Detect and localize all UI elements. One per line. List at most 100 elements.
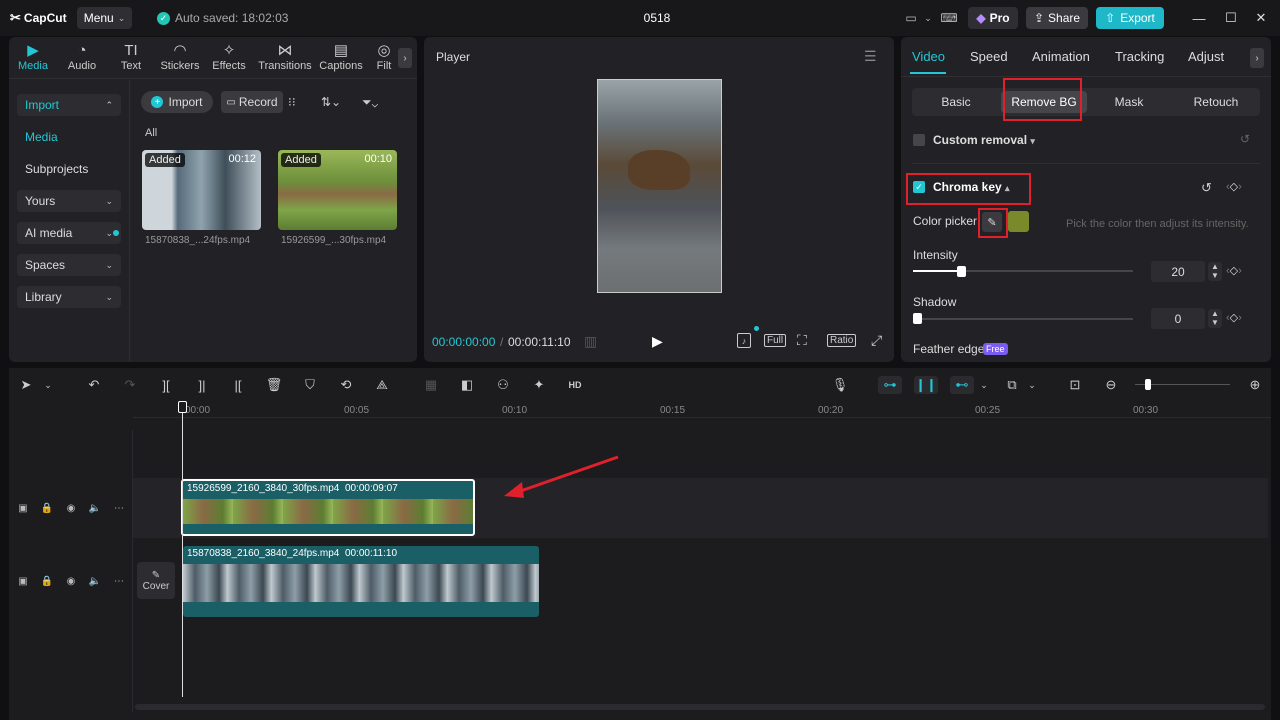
select-cursor-icon[interactable]: ➤: [16, 376, 36, 394]
tab-filters[interactable]: ◎ Filt: [373, 42, 395, 76]
waveform-icon[interactable]: ▥: [584, 333, 597, 350]
grid-view-icon[interactable]: ⁝⁝: [288, 95, 296, 109]
split-icon[interactable]: ][: [156, 376, 176, 394]
keyframe-nav[interactable]: ‹◇›: [1226, 180, 1242, 193]
microphone-icon[interactable]: 🎙: [830, 376, 850, 394]
menu-button[interactable]: Menu ⌄: [77, 7, 132, 29]
timeline-ruler[interactable]: [133, 398, 1271, 418]
zoom-in-icon[interactable]: ⊕: [1245, 376, 1265, 394]
hamburger-icon[interactable]: ☰: [864, 48, 877, 65]
sidebar-item-media[interactable]: Media: [25, 130, 58, 144]
delete-icon[interactable]: 🗑: [264, 376, 284, 394]
chevron-right-icon[interactable]: ›: [1250, 48, 1264, 68]
record-button[interactable]: ▭ Record: [221, 91, 283, 113]
custom-removal-label[interactable]: Custom removal ▾: [933, 133, 1035, 147]
hd-icon[interactable]: HD: [565, 376, 585, 394]
crop-icon[interactable]: ⟲: [336, 376, 356, 394]
redo-icon[interactable]: ↷: [120, 376, 140, 394]
ratio-button[interactable]: Ratio: [827, 334, 857, 347]
reset-icon[interactable]: ↺: [1240, 132, 1250, 146]
keyboard-icon[interactable]: ⌨: [938, 9, 960, 27]
sidebar-item-spaces[interactable]: Spaces ⌄: [17, 254, 121, 276]
tab-stickers[interactable]: ◠ Stickers: [155, 42, 205, 76]
lock-icon[interactable]: 🔒: [40, 575, 54, 587]
picked-color-swatch[interactable]: [1008, 211, 1029, 232]
sidebar-item-subprojects[interactable]: Subprojects: [25, 162, 88, 176]
marker-icon[interactable]: ⛉: [300, 376, 320, 394]
tab-speed[interactable]: Speed: [970, 49, 1008, 64]
tiktok-icon[interactable]: ♪: [737, 333, 751, 348]
split-left-icon[interactable]: ]|: [192, 376, 212, 394]
tab-tracking[interactable]: Tracking: [1115, 49, 1164, 64]
preview-axis-icon[interactable]: ⧉: [1002, 376, 1022, 394]
close-icon[interactable]: ✕: [1250, 9, 1272, 27]
minimize-icon[interactable]: —: [1188, 9, 1210, 27]
tab-captions[interactable]: ▤ Captions: [316, 42, 366, 76]
linkage-icon[interactable]: ⊷: [950, 376, 974, 394]
freeze-icon[interactable]: ▦: [421, 376, 441, 394]
share-button[interactable]: ⇪ Share: [1026, 7, 1088, 29]
keyframe-nav[interactable]: ‹◇›: [1226, 311, 1242, 324]
sort-icon[interactable]: ⇅⌄: [321, 95, 341, 109]
zoom-fit-icon[interactable]: ⛶: [797, 332, 807, 349]
media-thumbnail[interactable]: Added 00:12: [142, 150, 261, 230]
tab-audio[interactable]: ◔ Audio: [57, 42, 107, 76]
import-button[interactable]: + Import: [141, 91, 213, 113]
shadow-slider-handle[interactable]: [913, 313, 922, 324]
filter-icon[interactable]: ⏷⌄: [362, 95, 378, 110]
volume-icon[interactable]: 🔈: [88, 502, 102, 514]
chevron-down-icon[interactable]: ⌄: [38, 376, 58, 394]
tab-media[interactable]: ▶ Media: [8, 42, 58, 76]
tab-transitions[interactable]: ⋈ Transitions: [257, 42, 313, 76]
link-clips-icon[interactable]: ⊶: [878, 376, 902, 394]
subtab-basic[interactable]: Basic: [913, 91, 999, 113]
intensity-stepper[interactable]: ▲ ▼: [1208, 262, 1222, 281]
sidebar-item-ai-media[interactable]: AI media ⌄: [17, 222, 121, 244]
eye-icon[interactable]: ◉: [64, 575, 78, 587]
project-title[interactable]: 0518: [630, 11, 684, 25]
video-clip[interactable]: 15870838_2160_3840_24fps.mp4 00:00:11:10: [183, 546, 539, 617]
volume-icon[interactable]: 🔈: [88, 575, 102, 587]
shadow-stepper[interactable]: ▲ ▼: [1208, 309, 1222, 328]
horizontal-scrollbar[interactable]: [135, 704, 1265, 710]
mirror-icon[interactable]: ◧: [457, 376, 477, 394]
shadow-input[interactable]: 0: [1151, 308, 1205, 329]
chevron-down-icon[interactable]: ⌄: [974, 376, 994, 394]
zoom-slider-handle[interactable]: [1145, 379, 1151, 390]
play-icon[interactable]: ▶: [652, 333, 663, 350]
snap-icon[interactable]: ❙❙: [914, 376, 938, 394]
video-clip[interactable]: 15926599_2160_3840_30fps.mp4 00:00:09:07: [181, 479, 475, 536]
tab-adjust[interactable]: Adjust: [1188, 49, 1224, 64]
chevron-down-icon[interactable]: ⌄: [922, 9, 934, 27]
full-button[interactable]: Full: [764, 334, 787, 347]
tab-effects[interactable]: ✧ Effects: [204, 42, 254, 76]
tab-video[interactable]: Video: [912, 49, 945, 64]
more-icon[interactable]: ⋯: [112, 575, 126, 587]
maximize-icon[interactable]: ☐: [1220, 9, 1242, 27]
eye-icon[interactable]: ◉: [64, 502, 78, 514]
tab-text[interactable]: TI Text: [106, 42, 156, 76]
sidebar-item-import[interactable]: Import ⌃: [17, 94, 121, 116]
split-right-icon[interactable]: |[: [228, 376, 248, 394]
layout-icon[interactable]: ▭: [900, 9, 922, 27]
tab-animation[interactable]: Animation: [1032, 49, 1090, 64]
subtab-mask[interactable]: Mask: [1086, 91, 1172, 113]
subtab-retouch[interactable]: Retouch: [1173, 91, 1259, 113]
fullscreen-icon[interactable]: ⤢: [871, 332, 882, 349]
lock-icon[interactable]: 🔒: [40, 502, 54, 514]
speed-curve-icon[interactable]: ⟁: [372, 376, 392, 394]
video-preview[interactable]: [597, 79, 722, 293]
custom-removal-checkbox[interactable]: [913, 134, 925, 146]
more-icon[interactable]: ⋯: [112, 502, 126, 514]
intensity-input[interactable]: 20: [1151, 261, 1205, 282]
intensity-slider-track[interactable]: [913, 270, 1133, 272]
ai-person-icon[interactable]: ⚇: [493, 376, 513, 394]
export-button[interactable]: ⇧ Export: [1096, 7, 1164, 29]
keyframe-nav[interactable]: ‹◇›: [1226, 264, 1242, 277]
chevron-down-icon[interactable]: ⌄: [1022, 376, 1042, 394]
filter-all-label[interactable]: All: [145, 127, 157, 139]
sidebar-item-yours[interactable]: Yours ⌄: [17, 190, 121, 212]
zoom-out-icon[interactable]: ⊖: [1101, 376, 1121, 394]
reset-icon[interactable]: ↺: [1201, 180, 1212, 196]
cover-button[interactable]: ✎ Cover: [137, 562, 175, 599]
